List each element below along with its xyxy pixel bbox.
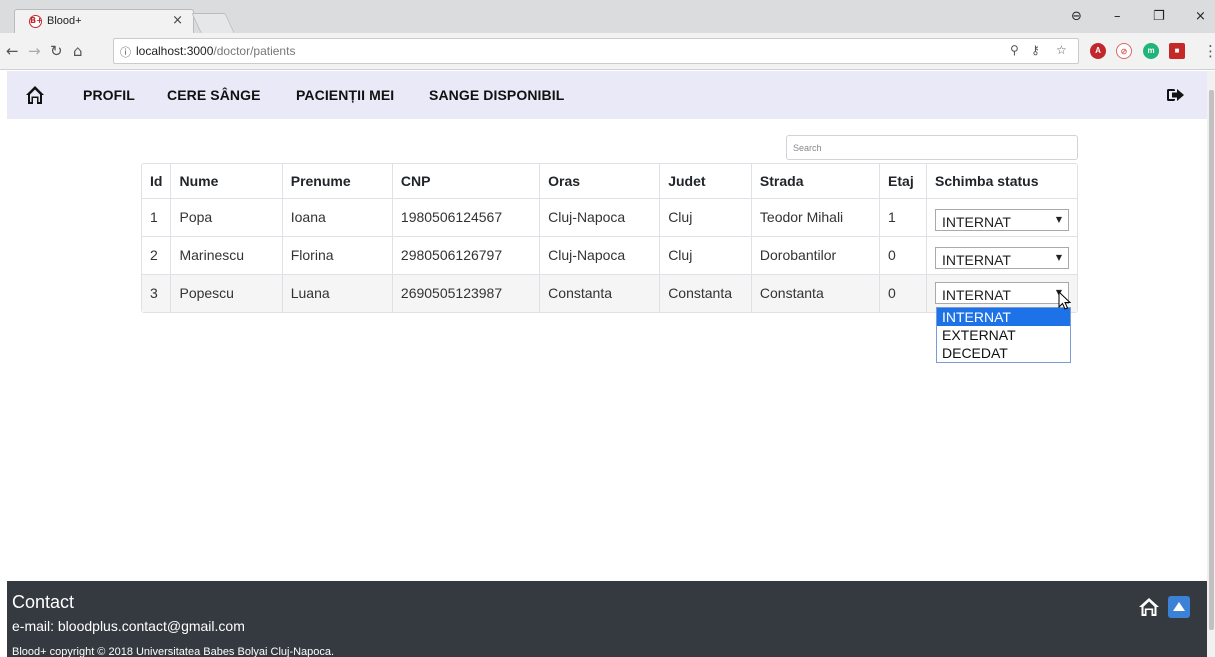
- scrollbar-thumb[interactable]: [1209, 90, 1214, 630]
- zoom-icon[interactable]: ⚲: [1010, 43, 1019, 57]
- logout-icon[interactable]: [1167, 87, 1185, 103]
- nav-cere-sange[interactable]: CERE SÂNGE: [167, 87, 261, 103]
- chevron-down-icon: ▼: [1055, 253, 1062, 262]
- browser-tabbar: B+ Blood+ × ⊖ – ❐ ×: [0, 0, 1215, 33]
- nav-profil[interactable]: PROFIL: [83, 87, 135, 103]
- cell-oras: Cluj-Napoca: [539, 236, 661, 275]
- footer: Contact e-mail: bloodplus.contact@gmail.…: [7, 581, 1207, 657]
- footer-copyright: Blood+ copyright © 2018 Universitatea Ba…: [12, 646, 335, 657]
- status-select-open[interactable]: INTERNAT ▼: [935, 282, 1069, 305]
- nav-sange-disponibil[interactable]: SANGE DISPONIBIL: [429, 87, 564, 103]
- column-header[interactable]: Judet: [659, 164, 752, 199]
- chevron-down-icon: ▼: [1055, 215, 1062, 224]
- account-icon[interactable]: ⊖: [1071, 9, 1082, 24]
- column-header[interactable]: Schimba status: [926, 164, 1077, 199]
- address-bar: ← → ↻ ⌂ ⓘ localhost:3000/doctor/patients…: [0, 33, 1215, 70]
- gift-extension-icon[interactable]: ■: [1169, 43, 1185, 59]
- home-icon[interactable]: [25, 85, 45, 105]
- cell-status: INTERNAT ▼: [926, 198, 1077, 237]
- cell-cnp: 1980506124567: [392, 198, 541, 237]
- scroll-top-button[interactable]: [1168, 596, 1190, 618]
- browser-tab[interactable]: B+ Blood+ ×: [14, 9, 194, 33]
- table-row: 1 Popa Ioana 1980506124567 Cluj-Napoca C…: [142, 198, 1077, 237]
- cell-etaj: 0: [879, 274, 927, 312]
- url-text: localhost:3000/doctor/patients: [136, 44, 295, 58]
- cell-judet: Cluj: [659, 236, 752, 275]
- cell-etaj: 1: [879, 198, 927, 237]
- column-header[interactable]: Id: [142, 164, 172, 199]
- column-header[interactable]: Strada: [751, 164, 881, 199]
- window-close-icon[interactable]: ×: [1195, 9, 1206, 24]
- url-host: localhost:3000: [136, 44, 214, 58]
- minimize-icon[interactable]: –: [1114, 9, 1121, 24]
- column-header[interactable]: Nume: [170, 164, 283, 199]
- mouse-cursor-icon: [1058, 291, 1072, 310]
- status-select[interactable]: INTERNAT ▼: [935, 247, 1069, 269]
- cell-prenume: Luana: [282, 274, 393, 312]
- tab-close-icon[interactable]: ×: [172, 13, 183, 28]
- cell-id: 2: [142, 236, 172, 275]
- status-select[interactable]: INTERNAT ▼: [935, 209, 1069, 231]
- app-navbar: PROFIL CERE SÂNGE PACIENȚII MEI SANGE DI…: [7, 71, 1207, 119]
- reload-icon[interactable]: ↻: [50, 42, 63, 60]
- dropdown-option-internat[interactable]: INTERNAT: [937, 308, 1070, 326]
- status-dropdown-list: INTERNAT EXTERNAT DECEDAT: [936, 307, 1071, 363]
- cell-etaj: 0: [879, 236, 927, 275]
- table-header-row: Id Nume Prenume CNP Oras Judet Strada Et…: [142, 164, 1077, 199]
- browser-menu-icon[interactable]: ⋮: [1203, 42, 1215, 60]
- cell-cnp: 2980506126797: [392, 236, 541, 275]
- forward-icon[interactable]: →: [28, 42, 41, 60]
- home-browser-icon[interactable]: ⌂: [73, 42, 83, 60]
- blood-plus-favicon-icon: B+: [29, 15, 43, 28]
- back-icon[interactable]: ←: [6, 42, 19, 60]
- blocked-extension-icon[interactable]: ⊘: [1116, 43, 1132, 59]
- status-select-value: INTERNAT: [942, 287, 1011, 304]
- column-header[interactable]: Oras: [539, 164, 661, 199]
- cell-oras: Constanta: [539, 274, 661, 312]
- status-select-value: INTERNAT: [942, 214, 1011, 230]
- footer-email: e-mail: bloodplus.contact@gmail.com: [12, 618, 245, 634]
- footer-title: Contact: [12, 592, 75, 612]
- new-tab-button[interactable]: [191, 13, 235, 33]
- cell-id: 3: [142, 274, 172, 312]
- column-header[interactable]: Prenume: [282, 164, 393, 199]
- cell-prenume: Florina: [282, 236, 393, 275]
- cell-strada: Constanta: [751, 274, 881, 312]
- bookmark-star-icon[interactable]: ☆: [1056, 43, 1067, 57]
- m-extension-icon[interactable]: m: [1143, 43, 1159, 59]
- tab-title: Blood+: [47, 15, 82, 27]
- patients-table: Id Nume Prenume CNP Oras Judet Strada Et…: [141, 163, 1078, 313]
- key-icon[interactable]: ⚷: [1031, 43, 1040, 57]
- cell-id: 1: [142, 198, 172, 237]
- column-header[interactable]: CNP: [392, 164, 541, 199]
- adblock-extension-icon[interactable]: A: [1090, 43, 1106, 59]
- cell-oras: Cluj-Napoca: [539, 198, 661, 237]
- footer-home-icon[interactable]: [1138, 597, 1160, 617]
- info-icon[interactable]: ⓘ: [120, 44, 131, 60]
- nav-pacientii-mei[interactable]: PACIENȚII MEI: [296, 87, 394, 103]
- cell-cnp: 2690505123987: [392, 274, 541, 312]
- cell-status: INTERNAT ▼: [926, 236, 1077, 275]
- dropdown-option-externat[interactable]: EXTERNAT: [937, 326, 1070, 344]
- cell-nume: Marinescu: [170, 236, 283, 275]
- caret-up-icon: [1173, 602, 1185, 611]
- url-path: /doctor/patients: [213, 44, 296, 58]
- cell-judet: Constanta: [659, 274, 752, 312]
- column-header[interactable]: Etaj: [879, 164, 927, 199]
- table-row: 2 Marinescu Florina 2980506126797 Cluj-N…: [142, 236, 1077, 275]
- cell-nume: Popa: [170, 198, 283, 237]
- search-input[interactable]: [786, 135, 1078, 160]
- restore-icon[interactable]: ❐: [1153, 9, 1165, 24]
- status-select-value: INTERNAT: [942, 252, 1011, 268]
- cell-strada: Teodor Mihali: [751, 198, 881, 237]
- cell-strada: Dorobantilor: [751, 236, 881, 275]
- url-field[interactable]: ⓘ localhost:3000/doctor/patients ⚲ ⚷ ☆: [113, 38, 1079, 64]
- dropdown-option-decedat[interactable]: DECEDAT: [937, 344, 1070, 362]
- cell-nume: Popescu: [170, 274, 283, 312]
- cell-judet: Cluj: [659, 198, 752, 237]
- cell-prenume: Ioana: [282, 198, 393, 237]
